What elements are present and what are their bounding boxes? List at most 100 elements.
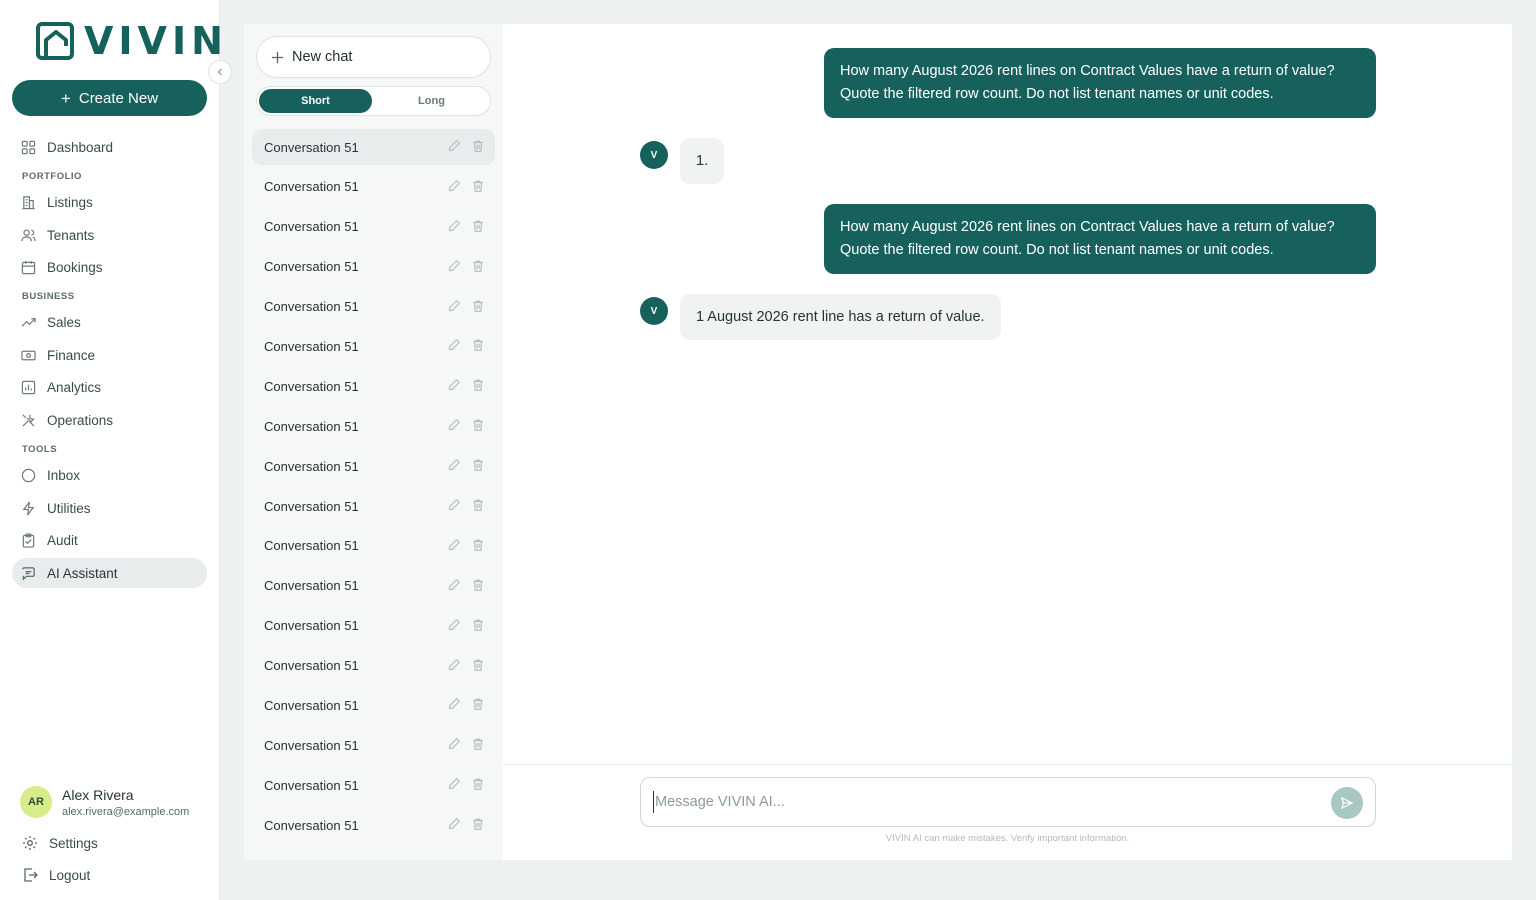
trash-icon[interactable] <box>471 498 485 512</box>
conversation-item[interactable]: Conversation 51 <box>252 767 495 803</box>
logo[interactable]: VIVIN <box>34 20 228 62</box>
conversation-item[interactable]: Conversation 51 <box>252 328 495 364</box>
conversation-item[interactable]: Conversation 51 <box>252 368 495 404</box>
trash-icon[interactable] <box>471 737 485 751</box>
section-tools: TOOLS <box>22 444 58 455</box>
trash-icon[interactable] <box>471 179 485 193</box>
conversation-item[interactable]: Conversation 51 <box>252 608 495 644</box>
conversation-title: Conversation 51 <box>264 139 359 155</box>
conversation-item[interactable]: Conversation 51 <box>252 169 495 205</box>
edit-icon[interactable] <box>447 777 461 791</box>
conversation-actions <box>447 139 485 153</box>
conversation-item[interactable]: Conversation 51 <box>252 129 495 165</box>
edit-icon[interactable] <box>447 378 461 392</box>
trash-icon[interactable] <box>471 219 485 233</box>
sidebar-item-inbox[interactable]: Inbox <box>12 460 207 490</box>
create-new-button[interactable]: + Create New <box>12 80 207 116</box>
trash-icon[interactable] <box>471 817 485 831</box>
sidebar-item-dashboard[interactable]: Dashboard <box>12 132 207 162</box>
conversation-title: Conversation 51 <box>264 179 359 195</box>
edit-icon[interactable] <box>447 498 461 512</box>
toggle-long[interactable]: Long <box>375 89 488 113</box>
send-icon <box>1341 797 1353 809</box>
new-chat-button[interactable]: New chat <box>256 36 491 78</box>
section-business: BUSINESS <box>22 291 75 302</box>
chat-area: How many August 2026 rent lines on Contr… <box>503 24 1512 860</box>
message-composer <box>640 777 1376 827</box>
settings-link[interactable]: Settings <box>22 835 98 851</box>
conversation-item[interactable]: Conversation 51 <box>252 528 495 564</box>
send-button[interactable] <box>1331 787 1363 819</box>
sidebar-item-listings[interactable]: Listings <box>12 187 207 217</box>
sidebar-item-ai-assistant[interactable]: AI Assistant <box>12 558 207 588</box>
edit-icon[interactable] <box>447 259 461 273</box>
conversation-item[interactable]: Conversation 51 <box>252 687 495 723</box>
edit-icon[interactable] <box>447 658 461 672</box>
trash-icon[interactable] <box>471 578 485 592</box>
message-square-icon <box>22 566 35 580</box>
edit-icon[interactable] <box>447 618 461 632</box>
sidebar-item-label: Bookings <box>47 259 103 275</box>
edit-icon[interactable] <box>447 538 461 552</box>
conversation-item[interactable]: Conversation 51 <box>252 289 495 325</box>
edit-icon[interactable] <box>447 458 461 472</box>
conversation-title: Conversation 51 <box>264 498 359 514</box>
sidebar-item-sales[interactable]: Sales <box>12 307 207 337</box>
toggle-short[interactable]: Short <box>259 89 372 113</box>
message-input[interactable] <box>653 791 1313 813</box>
conversation-actions <box>447 179 485 193</box>
edit-icon[interactable] <box>447 338 461 352</box>
conversation-item[interactable]: Conversation 51 <box>252 807 495 843</box>
conversation-item[interactable]: Conversation 51 <box>252 648 495 684</box>
edit-icon[interactable] <box>447 817 461 831</box>
trash-icon[interactable] <box>471 378 485 392</box>
trash-icon[interactable] <box>471 338 485 352</box>
sidebar-item-operations[interactable]: Operations <box>12 405 207 435</box>
collapse-sidebar-button[interactable] <box>208 60 232 84</box>
trash-icon[interactable] <box>471 538 485 552</box>
trash-icon[interactable] <box>471 299 485 313</box>
conversation-title: Conversation 51 <box>264 737 359 753</box>
user-profile[interactable]: AR Alex Rivera alex.rivera@example.com <box>20 786 200 818</box>
edit-icon[interactable] <box>447 139 461 153</box>
sidebar-item-utilities[interactable]: Utilities <box>12 493 207 523</box>
conversation-actions <box>447 338 485 352</box>
building-icon <box>22 195 35 209</box>
conversation-item[interactable]: Conversation 51 <box>252 209 495 245</box>
trash-icon[interactable] <box>471 777 485 791</box>
conversation-actions <box>447 538 485 552</box>
edit-icon[interactable] <box>447 179 461 193</box>
trash-icon[interactable] <box>471 618 485 632</box>
conversation-item[interactable]: Conversation 51 <box>252 488 495 524</box>
sidebar-item-bookings[interactable]: Bookings <box>12 252 207 282</box>
trash-icon[interactable] <box>471 259 485 273</box>
conversation-item[interactable]: Conversation 51 <box>252 249 495 285</box>
trash-icon[interactable] <box>471 697 485 711</box>
trash-icon[interactable] <box>471 139 485 153</box>
trash-icon[interactable] <box>471 458 485 472</box>
sidebar-item-finance[interactable]: Finance <box>12 340 207 370</box>
edit-icon[interactable] <box>447 418 461 432</box>
logout-link[interactable]: Logout <box>22 867 90 883</box>
edit-icon[interactable] <box>447 219 461 233</box>
conversation-title: Conversation 51 <box>264 378 359 394</box>
edit-icon[interactable] <box>447 737 461 751</box>
chevron-left-icon <box>217 68 222 76</box>
conversation-item[interactable]: Conversation 51 <box>252 448 495 484</box>
sidebar-item-label: Finance <box>47 347 96 363</box>
conversation-item[interactable]: Conversation 51 <box>252 727 495 763</box>
edit-icon[interactable] <box>447 697 461 711</box>
trash-icon[interactable] <box>471 418 485 432</box>
sidebar-item-audit[interactable]: Audit <box>12 525 207 555</box>
plus-icon <box>271 51 284 63</box>
conversation-item[interactable]: Conversation 51 <box>252 408 495 444</box>
edit-icon[interactable] <box>447 578 461 592</box>
trash-icon[interactable] <box>471 658 485 672</box>
edit-icon[interactable] <box>447 299 461 313</box>
conversation-actions <box>447 618 485 632</box>
sidebar-item-analytics[interactable]: Analytics <box>12 372 207 402</box>
conversation-item[interactable]: Conversation 51 <box>252 568 495 604</box>
conversation-actions <box>447 498 485 512</box>
logout-label: Logout <box>49 867 91 883</box>
sidebar-item-tenants[interactable]: Tenants <box>12 220 207 250</box>
